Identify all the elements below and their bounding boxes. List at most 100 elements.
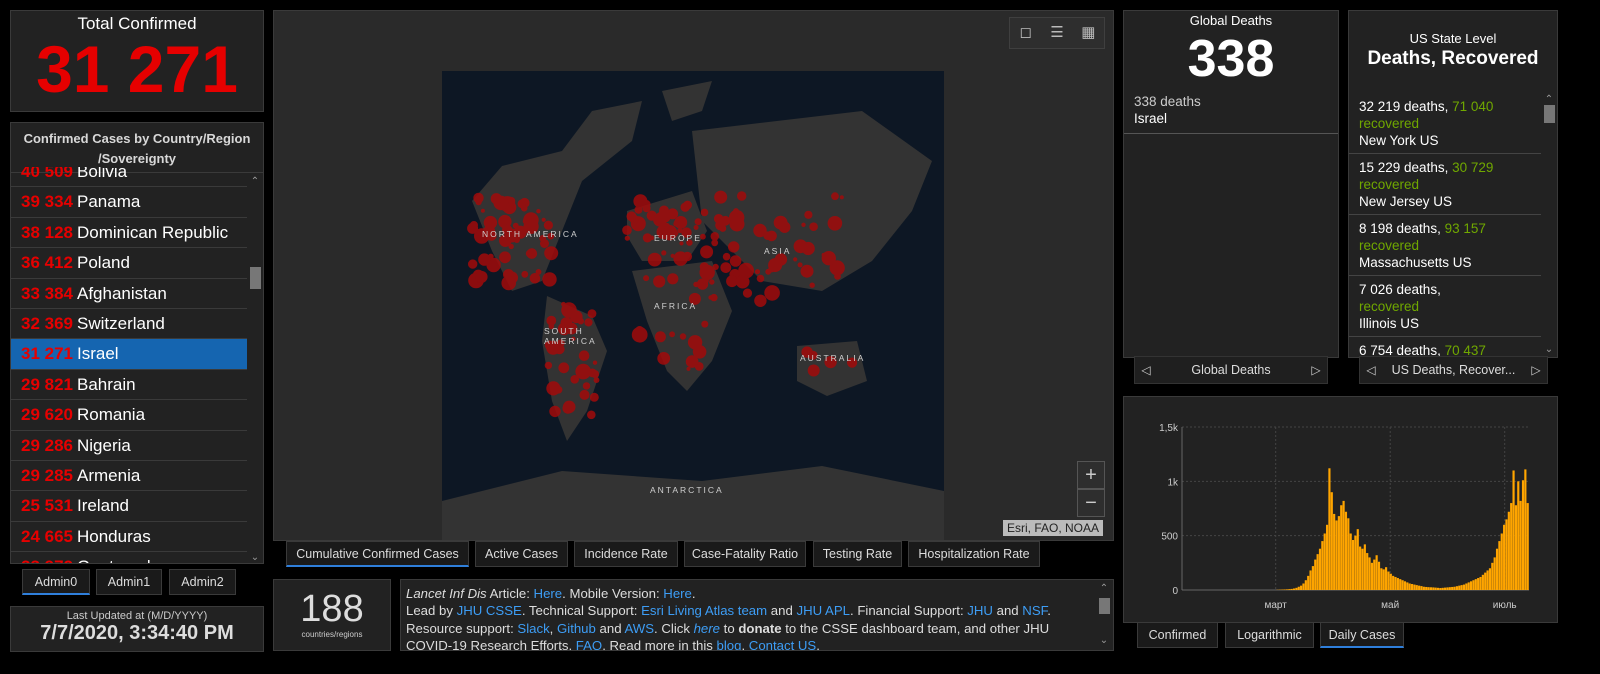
next-arrow-icon[interactable]: ▷ (1305, 363, 1327, 377)
article-link[interactable]: Here (534, 586, 563, 601)
country-row[interactable]: 32 369 Switzerland (11, 309, 247, 340)
tab-cumulative-confirmed[interactable]: Cumulative Confirmed Cases (286, 541, 469, 567)
chart-bar (1436, 587, 1440, 590)
chart-bar (1469, 581, 1473, 590)
case-bubble (809, 282, 815, 288)
tab-logarithmic[interactable]: Logarithmic (1225, 622, 1314, 648)
tab-admin1[interactable]: Admin1 (96, 569, 162, 595)
map-panel[interactable]: NORTH AMERICA EUROPE ASIA AFRICA SOUTH A… (273, 10, 1114, 541)
next-arrow-icon[interactable]: ▷ (1525, 363, 1547, 377)
bookmark-icon[interactable]: ◻ (1010, 18, 1041, 48)
us-state-row[interactable]: 8 198 deaths, 93 157 recovered Massachuset… (1349, 215, 1541, 276)
scroll-thumb[interactable] (250, 267, 261, 289)
info-text: . Technical Support: (521, 603, 642, 619)
jhu-csse-link[interactable]: JHU CSSE (457, 603, 522, 618)
country-row[interactable]: 23 972 Guatemala (11, 552, 247, 563)
contact-link[interactable]: Contact US (749, 638, 816, 650)
scroll-thumb[interactable] (1099, 598, 1110, 614)
jhu-link[interactable]: JHU (967, 603, 993, 618)
scroll-thumb[interactable] (1544, 105, 1555, 123)
us-state-row[interactable]: 7 026 deaths, recovered Illinois US (1349, 276, 1541, 337)
country-row[interactable]: 39 334 Panama (11, 187, 247, 218)
mobile-link[interactable]: Here (663, 586, 692, 601)
scroll-up-icon[interactable]: ⌃ (1096, 582, 1112, 596)
tab-admin2[interactable]: Admin2 (169, 569, 236, 595)
country-name: Switzerland (77, 313, 165, 333)
country-row[interactable]: 29 620 Romania (11, 400, 247, 431)
zoom-out-button[interactable]: − (1077, 489, 1105, 517)
donate-here-link[interactable]: here (694, 621, 720, 636)
country-row[interactable]: 33 384 Afghanistan (11, 279, 247, 309)
basemap-grid-icon[interactable]: ▦ (1073, 18, 1104, 48)
scroll-up-icon[interactable]: ⌃ (247, 175, 263, 189)
daily-cases-chart: 0 500 1k 1,5k март май июль (1159, 423, 1529, 611)
prev-arrow-icon[interactable]: ◁ (1360, 363, 1382, 377)
country-row[interactable]: 25 531 Ireland (11, 491, 247, 522)
country-row[interactable]: 29 821 Bahrain (11, 370, 247, 401)
map-attribution[interactable]: Esri, FAO, NOAA (1002, 520, 1103, 536)
blog-link[interactable]: blog (717, 638, 742, 650)
nsf-link[interactable]: NSF (1022, 603, 1047, 618)
scroll-down-icon[interactable]: ⌄ (247, 551, 263, 563)
countries-count-panel: 188 countries/regions (273, 579, 391, 651)
chart-bar (1382, 569, 1385, 590)
country-row[interactable]: 29 286 Nigeria (11, 431, 247, 461)
chart-bar (1396, 578, 1399, 590)
case-bubble (558, 362, 570, 374)
map-toolbar: ◻ ☰ ▦ (1009, 17, 1105, 49)
us-deaths-pager: ◁ US Deaths, Recover... ▷ (1359, 356, 1548, 384)
github-link[interactable]: Github (557, 621, 596, 636)
tab-incidence-rate[interactable]: Incidence Rate (574, 541, 678, 567)
last-updated-label: Last Updated at (M/D/YYYY) (66, 610, 208, 622)
tab-confirmed-chart[interactable]: Confirmed (1137, 622, 1218, 648)
label-asia: ASIA (764, 246, 792, 256)
us-state-row[interactable]: 15 229 deaths, 30 729 recovered New Jersey… (1349, 154, 1541, 215)
chart-bar (1472, 580, 1475, 590)
tab-admin0[interactable]: Admin0 (22, 569, 90, 595)
prev-arrow-icon[interactable]: ◁ (1135, 363, 1157, 377)
country-row[interactable]: 31 271 Israel (11, 339, 247, 370)
chart-bar (1401, 580, 1404, 590)
info-scrollbar[interactable]: ⌃ ⌄ (1096, 582, 1112, 648)
case-bubble (756, 274, 765, 283)
country-row[interactable]: 38 128 Dominican Republic (11, 218, 247, 249)
case-bubble (667, 274, 674, 281)
us-state-name: New York US (1359, 133, 1439, 148)
tab-testing-rate[interactable]: Testing Rate (813, 541, 902, 567)
tab-hospitalization-rate[interactable]: Hospitalization Rate (908, 541, 1040, 567)
country-row[interactable]: 24 665 Honduras (11, 522, 247, 553)
tab-case-fatality-ratio[interactable]: Case-Fatality Ratio (684, 541, 806, 567)
info-text: and (992, 603, 1023, 619)
country-list-scrollbar[interactable]: ⌃ ⌄ (247, 175, 263, 563)
countries-count-label: countries/regions (301, 630, 363, 639)
country-row[interactable]: 40 509 Bolivia (11, 167, 247, 188)
tab-daily-cases[interactable]: Daily Cases (1320, 622, 1404, 648)
last-updated-value: 7/7/2020, 3:34:40 PM (40, 622, 234, 644)
legend-list-icon[interactable]: ☰ (1041, 18, 1072, 48)
global-deaths-item[interactable]: 338 deaths Israel (1124, 93, 1338, 134)
country-count: 36 412 (21, 253, 73, 273)
us-state-row[interactable]: 32 219 deaths, 71 040 recovered New York U… (1349, 93, 1541, 154)
total-confirmed-value: 31 271 (36, 32, 238, 106)
us-state-row[interactable]: 6 754 deaths, 70 437recoveredPennsylvani… (1349, 337, 1541, 357)
us-deaths-scrollbar[interactable]: ⌃ ⌄ (1541, 93, 1557, 357)
tab-active-cases[interactable]: Active Cases (475, 541, 568, 567)
scroll-down-icon[interactable]: ⌄ (1541, 343, 1557, 357)
faq-link[interactable]: FAQ (576, 638, 602, 650)
scroll-down-icon[interactable]: ⌄ (1096, 634, 1112, 648)
aws-link[interactable]: AWS (624, 621, 654, 636)
last-updated-panel: Last Updated at (M/D/YYYY) 7/7/2020, 3:3… (10, 606, 264, 652)
chart-bar (1526, 503, 1529, 590)
case-bubble (549, 405, 561, 418)
jhu-apl-link[interactable]: JHU APL (796, 603, 850, 618)
zoom-in-button[interactable]: + (1077, 461, 1105, 489)
case-bubble (673, 251, 688, 266)
world-map[interactable]: NORTH AMERICA EUROPE ASIA AFRICA SOUTH A… (442, 71, 944, 540)
case-bubble (525, 249, 533, 258)
country-row[interactable]: 29 285 Armenia (11, 461, 247, 492)
esri-link[interactable]: Esri Living Atlas team (641, 603, 767, 618)
slack-link[interactable]: Slack (517, 621, 549, 636)
country-name: Panama (77, 192, 141, 212)
country-row[interactable]: 36 412 Poland (11, 248, 247, 279)
chart-bar (1344, 511, 1348, 590)
